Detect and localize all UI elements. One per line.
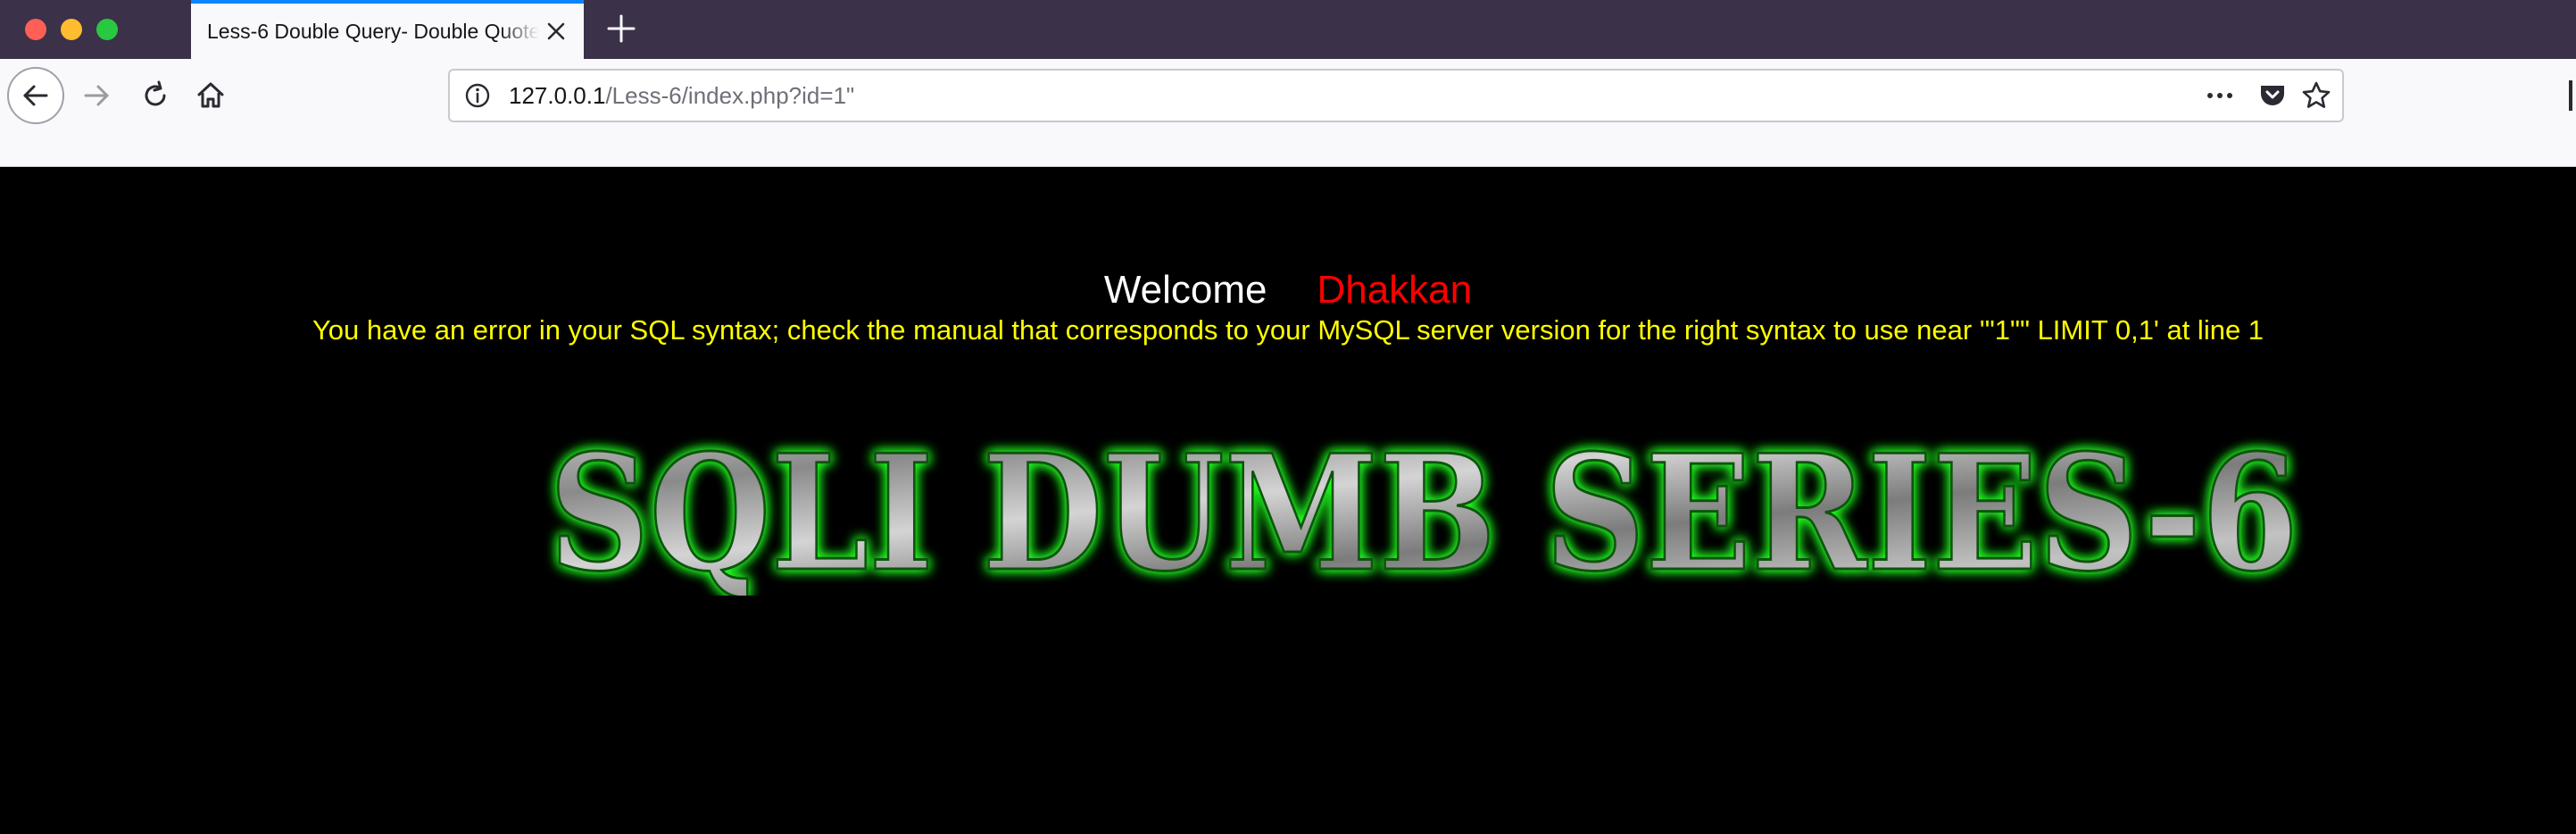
reload-icon xyxy=(145,80,166,106)
pocket-icon[interactable] xyxy=(2258,81,2287,110)
tab-active[interactable]: Less-6 Double Query- Double Quotes- Stri… xyxy=(191,0,584,59)
back-button[interactable] xyxy=(7,67,64,124)
welcome-line: Welcome Dhakkan xyxy=(0,265,2576,315)
forward-button[interactable] xyxy=(75,74,118,117)
close-icon[interactable] xyxy=(541,16,571,46)
plus-icon[interactable] xyxy=(603,11,639,46)
reload-button[interactable] xyxy=(134,74,177,117)
url-host: 127.0.0.1 xyxy=(509,82,606,109)
toolbar-overflow-edge xyxy=(2569,80,2572,111)
more-horizontal-icon[interactable] xyxy=(2205,83,2235,108)
sql-error-message: You have an error in your SQL syntax; ch… xyxy=(312,314,2264,346)
home-button[interactable] xyxy=(189,74,232,117)
welcome-label: Welcome xyxy=(1103,268,1267,312)
home-icon xyxy=(197,82,224,108)
arrow-right-icon xyxy=(84,85,109,106)
browser-window: Less-6 Double Query- Double Quotes- Stri… xyxy=(0,0,2576,834)
minimize-window-button[interactable] xyxy=(61,19,82,40)
info-icon[interactable] xyxy=(464,82,491,109)
url-path: /Less-6/index.php?id=1" xyxy=(605,82,855,109)
star-icon[interactable] xyxy=(2301,80,2331,111)
arrow-left-icon xyxy=(23,85,48,106)
tab-title: Less-6 Double Query- Double Quotes- Stri… xyxy=(207,20,539,43)
zoom-window-button[interactable] xyxy=(96,19,118,40)
address-bar[interactable]: 127.0.0.1/Less-6/index.php?id=1" xyxy=(448,69,2344,122)
navigation-toolbar: 127.0.0.1/Less-6/index.php?id=1" xyxy=(0,59,2576,167)
banner-image: SQLI DUMB SERIES-6 xyxy=(548,426,2300,596)
welcome-name: Dhakkan xyxy=(1317,268,1473,312)
banner-text: SQLI DUMB SERIES-6 xyxy=(549,426,2298,596)
page-content: Welcome Dhakkan You have an error in your… xyxy=(0,167,2576,834)
url-text[interactable]: 127.0.0.1/Less-6/index.php?id=1" xyxy=(509,71,854,121)
close-window-button[interactable] xyxy=(25,19,46,40)
tab-strip: Less-6 Double Query- Double Quotes- Stri… xyxy=(0,0,2576,59)
